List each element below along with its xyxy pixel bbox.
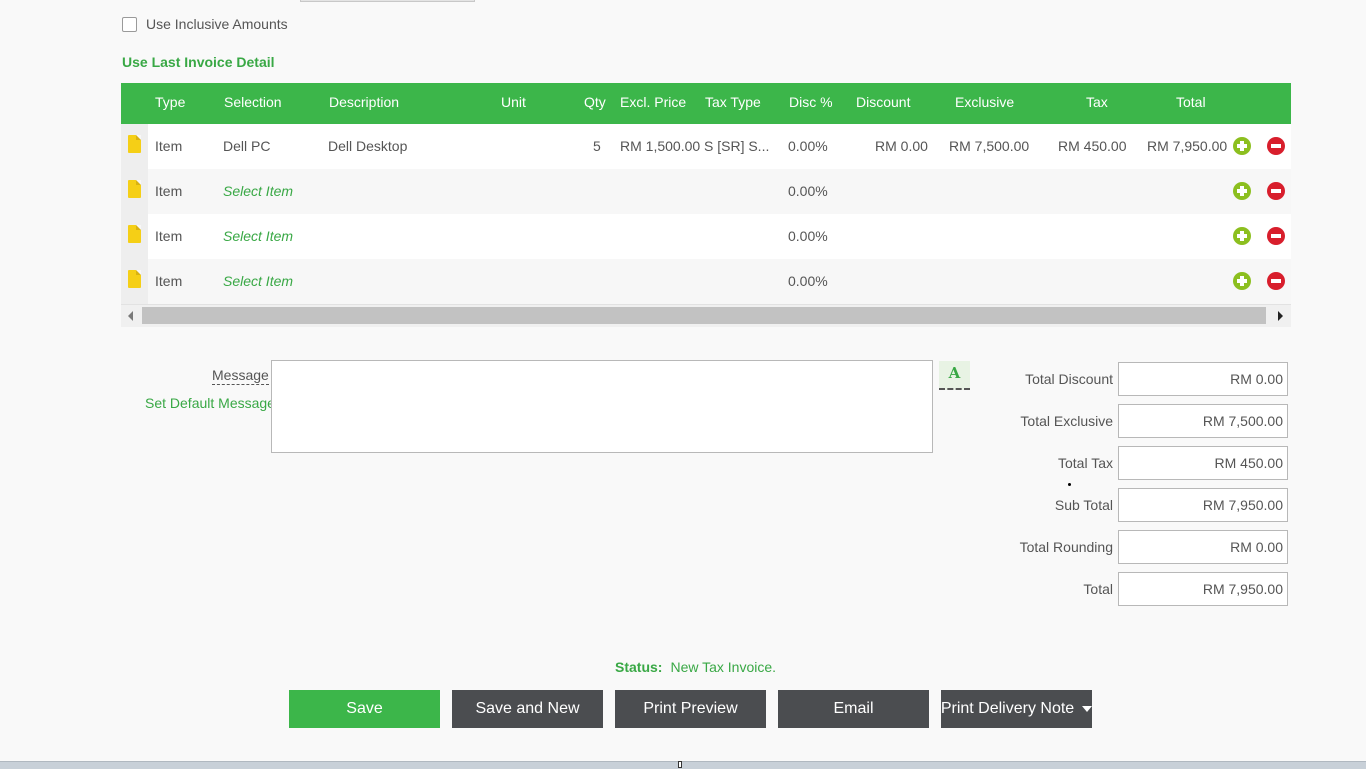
grid-header: Type Selection Description Unit Qty Excl…	[121, 83, 1291, 124]
line-items-grid: Type Selection Description Unit Qty Excl…	[121, 83, 1291, 327]
total-tax-label: Total Tax	[1058, 455, 1113, 471]
document-icon	[128, 135, 141, 153]
row-disc-pct[interactable]: 0.00%	[788, 138, 828, 154]
total-discount-field: RM 0.00	[1118, 362, 1288, 396]
save-and-new-button[interactable]: Save and New	[452, 690, 603, 728]
add-circle-icon[interactable]	[1233, 182, 1251, 200]
bottom-scroll-marker[interactable]	[678, 761, 682, 768]
table-row: Item Select Item 0.00%	[121, 214, 1291, 259]
print-preview-label: Print Preview	[643, 700, 738, 717]
email-label: Email	[833, 700, 874, 717]
total-tax-field: RM 450.00	[1118, 446, 1288, 480]
col-description[interactable]: Description	[329, 94, 399, 110]
add-circle-icon[interactable]	[1233, 272, 1251, 290]
row-qty[interactable]: 5	[593, 138, 601, 154]
grand-total-field: RM 7,950.00	[1118, 572, 1288, 606]
col-tax-type[interactable]: Tax Type	[705, 94, 761, 110]
row-tax[interactable]: RM 450.00	[1058, 138, 1126, 154]
row-disc-pct[interactable]: 0.00%	[788, 228, 828, 244]
row-type[interactable]: Item	[155, 228, 182, 244]
col-disc-pct[interactable]: Disc %	[789, 94, 833, 110]
top-field-edge[interactable]	[300, 0, 475, 2]
col-excl-price[interactable]: Excl. Price	[620, 94, 686, 110]
status-label: Status:	[615, 659, 663, 675]
document-icon	[128, 225, 141, 243]
row-disc-pct[interactable]: 0.00%	[788, 183, 828, 199]
status-value: New Tax Invoice.	[670, 659, 777, 675]
col-exclusive[interactable]: Exclusive	[955, 94, 1014, 110]
print-delivery-note-button[interactable]: Print Delivery Note	[940, 690, 1093, 728]
scroll-right-icon[interactable]	[1278, 311, 1283, 321]
select-item-link[interactable]: Select Item	[223, 228, 293, 244]
horizontal-scrollbar[interactable]	[121, 304, 1291, 327]
table-row: Item Dell PC Dell Desktop 5 RM 1,500.00 …	[121, 124, 1291, 169]
add-circle-icon[interactable]	[1233, 227, 1251, 245]
remove-circle-icon[interactable]	[1267, 227, 1285, 245]
table-row: Item Select Item 0.00%	[121, 169, 1291, 214]
grand-total-label: Total	[1083, 581, 1113, 597]
inclusive-amounts-checkbox[interactable]	[122, 16, 137, 32]
row-exclusive[interactable]: RM 7,500.00	[949, 138, 1029, 154]
set-default-message-link[interactable]: Set Default Message	[145, 395, 275, 411]
table-row: Item Select Item 0.00%	[121, 259, 1291, 304]
use-last-invoice-link[interactable]: Use Last Invoice Detail	[122, 54, 275, 70]
save-button[interactable]: Save	[289, 690, 440, 728]
select-item-link[interactable]: Select Item	[223, 183, 293, 199]
total-exclusive-field: RM 7,500.00	[1118, 404, 1288, 438]
scroll-thumb[interactable]	[142, 307, 1266, 324]
print-delivery-note-label: Print Delivery Note	[940, 700, 1075, 717]
scroll-left-icon[interactable]	[128, 311, 133, 321]
inclusive-amounts-option[interactable]: Use Inclusive Amounts	[122, 16, 288, 32]
row-type[interactable]: Item	[155, 138, 182, 154]
remove-circle-icon[interactable]	[1267, 137, 1285, 155]
total-rounding-field[interactable]: RM 0.00	[1118, 530, 1288, 564]
document-icon	[128, 270, 141, 288]
save-button-label: Save	[346, 700, 383, 717]
col-tax[interactable]: Tax	[1086, 94, 1108, 110]
caret-down-icon[interactable]	[1082, 706, 1093, 712]
row-discount[interactable]: RM 0.00	[875, 138, 928, 154]
document-icon	[128, 180, 141, 198]
total-discount-label: Total Discount	[1025, 371, 1113, 387]
font-icon[interactable]: A	[939, 361, 970, 390]
cursor-dot	[1068, 483, 1071, 486]
message-label: Message	[212, 367, 269, 385]
status-line: Status: New Tax Invoice.	[615, 659, 776, 675]
col-qty[interactable]: Qty	[584, 94, 606, 110]
sub-total-field: RM 7,950.00	[1118, 488, 1288, 522]
row-excl-price[interactable]: RM 1,500.00	[620, 138, 700, 154]
col-selection[interactable]: Selection	[224, 94, 282, 110]
row-tax-type[interactable]: S [SR] S...	[704, 138, 769, 154]
row-type[interactable]: Item	[155, 183, 182, 199]
row-description[interactable]: Dell Desktop	[328, 138, 407, 154]
email-button[interactable]: Email	[778, 690, 929, 728]
col-discount[interactable]: Discount	[856, 94, 910, 110]
save-and-new-label: Save and New	[475, 700, 580, 717]
row-selection[interactable]: Dell PC	[223, 138, 270, 154]
col-type[interactable]: Type	[155, 94, 185, 110]
print-preview-button[interactable]: Print Preview	[615, 690, 766, 728]
total-rounding-label: Total Rounding	[1019, 539, 1113, 555]
row-disc-pct[interactable]: 0.00%	[788, 273, 828, 289]
sub-total-label: Sub Total	[1054, 497, 1113, 513]
total-exclusive-label: Total Exclusive	[1020, 413, 1113, 429]
select-item-link[interactable]: Select Item	[223, 273, 293, 289]
remove-circle-icon[interactable]	[1267, 182, 1285, 200]
row-total[interactable]: RM 7,950.00	[1147, 138, 1227, 154]
add-circle-icon[interactable]	[1233, 137, 1251, 155]
col-total[interactable]: Total	[1176, 94, 1206, 110]
inclusive-amounts-label: Use Inclusive Amounts	[146, 16, 288, 32]
col-unit[interactable]: Unit	[501, 94, 526, 110]
row-type[interactable]: Item	[155, 273, 182, 289]
remove-circle-icon[interactable]	[1267, 272, 1285, 290]
message-textarea[interactable]	[271, 360, 933, 453]
